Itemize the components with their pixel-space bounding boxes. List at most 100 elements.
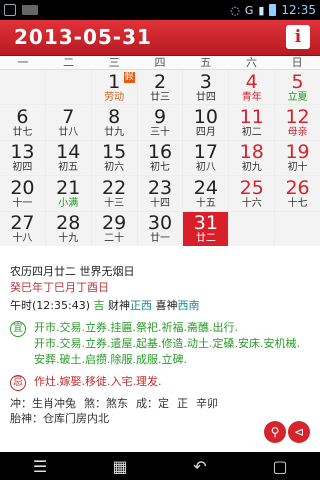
calendar-empty-cell [0, 70, 45, 105]
day-number: 24 [193, 176, 218, 199]
calendar-day-cell[interactable]: 9 三十 [137, 105, 183, 140]
lunar-day-label: 小满 [58, 197, 79, 209]
menu-icon[interactable]: ☰ [20, 457, 60, 476]
avoid-section: 忌 作灶.嫁娶.移徙.入宅.理发. [10, 374, 310, 391]
lunar-day-label: 三十 [149, 127, 170, 139]
lunar-day-label: 初七 [149, 162, 170, 174]
calendar-day-cell[interactable]: 23 十四 [137, 176, 183, 211]
calendar-day-cell[interactable]: 27 十八 [0, 211, 45, 246]
calendar-day-cell[interactable]: 21 小满 [45, 176, 91, 211]
calendar-day-cell[interactable]: 29 二十 [91, 211, 137, 246]
weekday-label: 四 [154, 56, 166, 69]
usb-icon [22, 5, 38, 15]
day-number: 6 [16, 106, 29, 129]
suitable-line-hour: 开市.交易.立券.挂匾.祭祀.祈福.斋醮.出行. [34, 321, 238, 334]
day-number: 4 [245, 70, 258, 93]
clash-zodiac: 冲：生肖冲兔 [10, 397, 76, 410]
calendar-day-cell[interactable]: 22 十三 [91, 176, 137, 211]
battery-icon [269, 4, 277, 16]
lunar-day-label: 廿八 [58, 127, 79, 139]
suitable-section: 宜 开市.交易.立券.挂匾.祭祀.祈福.斋醮.出行. 开市.交易.立券.遣屋.起… [10, 320, 310, 368]
calendar-day-cell[interactable]: 13 初四 [0, 140, 45, 176]
lunar-day-label: 初二 [241, 127, 262, 139]
calendar-day-cell[interactable]: 24 十五 [183, 176, 229, 211]
calendar-day-cell[interactable]: 16 初七 [137, 140, 183, 176]
lunar-day-label: 母亲 [287, 127, 308, 139]
joy-god-direction: 西南 [177, 299, 200, 312]
calendar-day-cell[interactable]: 5 立夏 [275, 70, 320, 105]
lunar-day-label: 劳动 [104, 91, 125, 103]
clash-extra-2: 辛卯 [196, 397, 218, 410]
day-number: 14 [56, 141, 81, 164]
lunar-day-label: 初四 [12, 162, 33, 174]
day-number: 20 [10, 176, 35, 199]
day-number: 16 [147, 141, 173, 164]
day-number: 11 [239, 106, 264, 129]
calendar-day-cell[interactable]: 10 四月 [183, 105, 229, 140]
lunar-day-label: 四月 [195, 127, 216, 139]
clash-extra: 正 [177, 397, 188, 410]
lunar-day-label: 廿三 [149, 91, 170, 103]
lunar-day-label: 十三 [104, 197, 125, 209]
status-left [4, 4, 38, 16]
calendar-day-cell[interactable]: 3 廿四 [183, 70, 229, 105]
calendar-day-cell[interactable]: 4 青年 [229, 70, 275, 105]
share-icon: ⊲ [293, 425, 305, 439]
calendar-day-cell[interactable]: 30 廿一 [137, 211, 183, 246]
hour-luck: 吉 [93, 299, 105, 312]
network-type: G [244, 3, 254, 17]
calendar-day-cell[interactable]: 28 十九 [45, 211, 91, 246]
calendar-day-cell[interactable]: 2 廿三 [137, 70, 183, 105]
lunar-day-label: 廿一 [149, 233, 170, 245]
cheng-value: 成：定 [136, 397, 169, 410]
calendar-day-cell[interactable]: 12 母亲 [275, 105, 320, 140]
home-icon[interactable]: ▢ [260, 457, 300, 476]
apps-grid-icon[interactable]: ▦ [100, 457, 140, 476]
suitable-activities: 开市.交易.立券.挂匾.祭祀.祈福.斋醮.出行. 开市.交易.立券.遣屋.起基.… [34, 320, 310, 368]
day-number: 5 [291, 70, 304, 93]
calendar-day-cell[interactable]: 31 廿二 [183, 211, 229, 246]
weekday-label: 三 [108, 56, 120, 69]
calendar-day-cell[interactable]: 15 初六 [91, 140, 137, 176]
system-nav-bar: ☰ ▦ ↶ ▢ [0, 452, 320, 480]
day-number: 31 [193, 212, 218, 235]
calendar-day-cell[interactable]: 20 十一 [0, 176, 45, 211]
clash-line: 冲：生肖冲兔 煞：煞东 成：定 正 辛卯 [10, 395, 310, 411]
calendar-day-cell[interactable]: 18 初九 [229, 140, 275, 176]
lunar-day-label: 十六 [241, 197, 262, 209]
calendar-day-cell[interactable]: 26 十七 [275, 176, 320, 211]
info-button[interactable]: i [286, 25, 310, 49]
lunar-date-line: 农历四月廿二 世界无烟日 [10, 265, 135, 278]
day-number: 13 [10, 141, 35, 164]
weekday-header: 一 二 三 四 五 六 日 [0, 56, 320, 70]
avoid-badge: 忌 [10, 375, 26, 391]
calendar-day-cell[interactable]: 17 初八 [183, 140, 229, 176]
back-icon[interactable]: ↶ [180, 457, 220, 476]
lunar-day-label: 廿四 [195, 91, 216, 103]
lunar-day-label: 二十 [104, 233, 125, 245]
share-fab-button[interactable]: ⊲ [288, 421, 310, 443]
calendar-day-cell[interactable]: 8 廿九 [91, 105, 137, 140]
day-number: 2 [153, 70, 167, 93]
calendar-day-cell[interactable]: 1 劳动 假 [91, 70, 137, 105]
weekday-label: 二 [63, 56, 75, 69]
day-number: 17 [193, 141, 218, 164]
status-right: ◌ G ▮ 12:35 [230, 3, 316, 17]
calendar-day-cell[interactable]: 14 初五 [45, 140, 91, 176]
day-number: 15 [102, 141, 127, 164]
weekday-label: 日 [291, 56, 303, 69]
lunar-day-label: 初九 [241, 162, 262, 174]
notification-icon [4, 4, 16, 16]
calendar-day-cell[interactable]: 6 廿七 [0, 105, 45, 140]
calendar-day-cell[interactable]: 11 初二 [229, 105, 275, 140]
lunar-day-label: 十七 [287, 197, 308, 209]
lunar-day-label: 初八 [195, 162, 216, 174]
current-date-title[interactable]: 2013-05-31 [14, 25, 152, 49]
app-header: 2013-05-31 i [0, 20, 320, 56]
calendar-day-cell[interactable]: 7 廿八 [45, 105, 91, 140]
calendar-day-cell[interactable]: 19 初十 [275, 140, 320, 176]
search-fab-button[interactable]: ⚲ [264, 421, 286, 443]
calendar-day-cell[interactable]: 25 十六 [229, 176, 275, 211]
day-number: 1 [108, 70, 121, 93]
lunar-day-label: 廿二 [195, 233, 216, 245]
